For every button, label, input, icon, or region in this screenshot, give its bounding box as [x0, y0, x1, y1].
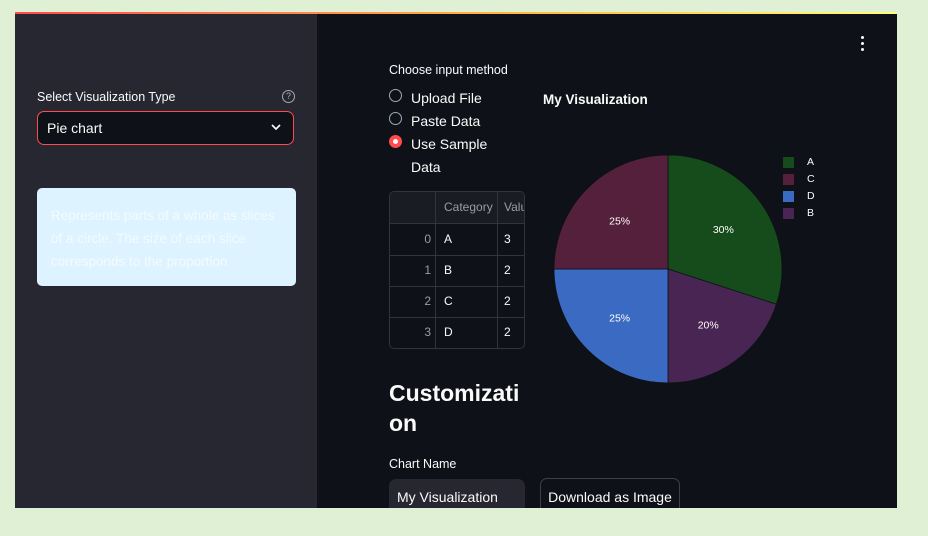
- table-row: 1 B 2: [390, 255, 524, 287]
- table-row: 0 A 3: [390, 224, 524, 256]
- table-row: 2 C 2: [390, 286, 524, 318]
- radio-dot-selected: [389, 135, 402, 148]
- category-cell[interactable]: D: [436, 317, 498, 348]
- table-row: 3 D 2: [390, 317, 524, 348]
- chart-title: My Visualization: [543, 92, 648, 107]
- table-header-category[interactable]: Category: [436, 192, 498, 223]
- chart-name-value: My Visualization: [397, 489, 498, 505]
- visualization-type-select[interactable]: Pie chart: [37, 111, 294, 145]
- category-cell[interactable]: B: [436, 255, 498, 286]
- chart-name-input[interactable]: My Visualization: [389, 479, 525, 508]
- app-window: Select Visualization Type ? Pie chart Re…: [15, 12, 897, 508]
- legend-swatch: [783, 174, 794, 185]
- pie-label-b: 20%: [698, 319, 719, 331]
- info-box: Represents parts of a whole as slices of…: [37, 188, 296, 286]
- pie-chart[interactable]: 30% 20% 25% 25%: [530, 147, 810, 397]
- table-header-value[interactable]: Valu: [498, 192, 524, 223]
- sample-data-table[interactable]: Category Valu 0 A 3 1 B 2 2 C 2 3 D 2: [389, 191, 525, 349]
- pie-slice-c[interactable]: [553, 154, 669, 270]
- row-index: 3: [390, 317, 436, 348]
- legend-label: B: [807, 207, 815, 219]
- row-index: 0: [390, 224, 436, 255]
- radio-label: Paste Data: [411, 113, 481, 129]
- customization-heading: Customizati on: [389, 380, 520, 436]
- pie-label-a: 30%: [713, 224, 734, 236]
- help-icon[interactable]: ?: [282, 90, 295, 103]
- value-cell[interactable]: 2: [498, 255, 524, 286]
- radio-label: Use Sample: [411, 136, 488, 152]
- select-value: Pie chart: [47, 120, 103, 136]
- value-cell[interactable]: 2: [498, 317, 524, 348]
- table-header-index: [390, 192, 436, 223]
- legend-label: C: [807, 173, 815, 185]
- pie-label-c: 25%: [609, 216, 630, 228]
- chevron-down-icon: [271, 124, 281, 130]
- radio-dot: [389, 89, 402, 102]
- radio-dot: [389, 112, 402, 125]
- legend-swatch: [783, 191, 794, 202]
- row-index: 2: [390, 286, 436, 317]
- download-image-button[interactable]: Download as Image: [540, 478, 680, 508]
- pie-label-d: 25%: [609, 312, 630, 324]
- radio-label: Upload File: [411, 90, 482, 106]
- pie-slice-d[interactable]: [553, 268, 669, 384]
- main-menu-icon[interactable]: [860, 36, 866, 52]
- table-header-row: Category Valu: [390, 192, 524, 224]
- sidebar: Select Visualization Type ? Pie chart Re…: [15, 14, 317, 508]
- value-cell[interactable]: 3: [498, 224, 524, 255]
- row-index: 1: [390, 255, 436, 286]
- category-cell[interactable]: C: [436, 286, 498, 317]
- legend-swatch: [783, 208, 794, 219]
- chart-name-label: Chart Name: [389, 457, 457, 471]
- legend-label: A: [807, 156, 815, 168]
- legend-label: D: [807, 190, 815, 202]
- value-cell[interactable]: 2: [498, 286, 524, 317]
- legend-swatch: [783, 157, 794, 168]
- radio-label-wrap: Data: [411, 159, 441, 175]
- select-visualization-label: Select Visualization Type: [37, 90, 176, 104]
- input-method-label: Choose input method: [389, 63, 508, 77]
- category-cell[interactable]: A: [436, 224, 498, 255]
